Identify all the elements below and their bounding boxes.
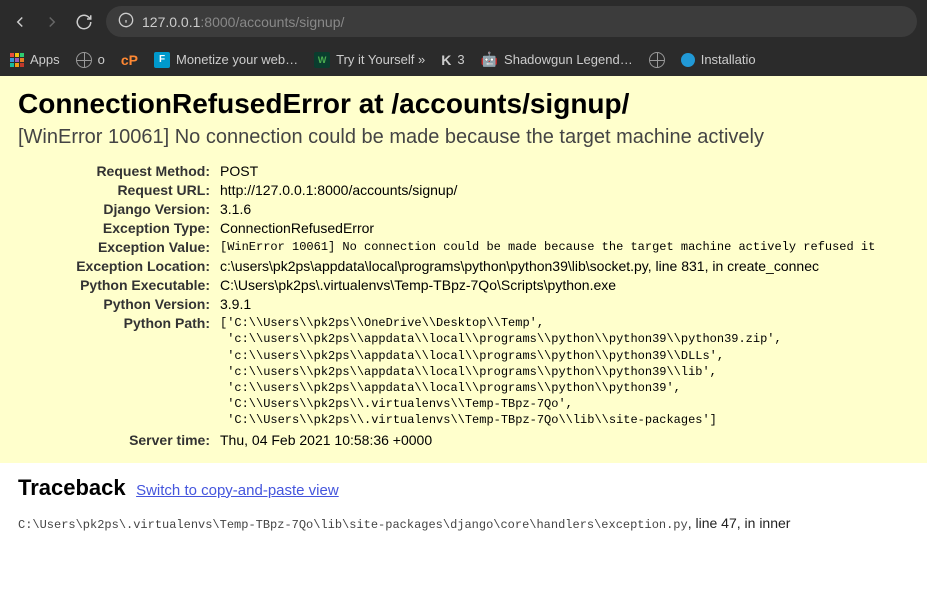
w3schools-icon: W (314, 52, 330, 68)
error-title: ConnectionRefusedError at /accounts/sign… (18, 88, 909, 120)
row-django-version: Django Version: 3.1.6 (18, 201, 899, 217)
android-icon: 🤖 (481, 51, 498, 68)
row-python-path: Python Path: ['C:\\Users\\pk2ps\\OneDriv… (18, 315, 899, 428)
error-subtitle: [WinError 10061] No connection could be … (18, 126, 909, 149)
install-icon (681, 53, 695, 67)
row-exception-type: Exception Type: ConnectionRefusedError (18, 220, 899, 236)
row-request-url: Request URL: http://127.0.0.1:8000/accou… (18, 182, 899, 198)
bookmark-shadowgun[interactable]: 🤖 Shadowgun Legend… (481, 51, 633, 68)
apps-icon (10, 53, 24, 67)
url-text: 127.0.0.1:8000/accounts/signup/ (142, 14, 344, 30)
bookmark-globe-empty[interactable] (649, 52, 665, 68)
bookmark-three[interactable]: K 3 (441, 52, 464, 68)
row-python-version: Python Version: 3.9.1 (18, 296, 899, 312)
cp-icon: cP (121, 52, 138, 68)
k-icon: K (441, 52, 451, 68)
globe-icon (649, 52, 665, 68)
error-info-table: Request Method: POST Request URL: http:/… (18, 163, 909, 448)
browser-toolbar: 127.0.0.1:8000/accounts/signup/ (0, 0, 927, 43)
globe-icon (76, 52, 92, 68)
traceback-switch-link[interactable]: Switch to copy-and-paste view (136, 482, 339, 499)
bookmark-tryit[interactable]: W Try it Yourself » (314, 52, 425, 68)
bookmarks-bar: Apps o cP F Monetize your web… W Try it … (0, 43, 927, 76)
bookmark-monetize[interactable]: F Monetize your web… (154, 52, 298, 68)
traceback-section: Traceback Switch to copy-and-paste view … (0, 463, 927, 544)
traceback-frame: C:\Users\pk2ps\.virtualenvs\Temp-TBpz-7Q… (18, 515, 909, 532)
traceback-header: Traceback (18, 475, 126, 500)
back-button[interactable] (10, 12, 30, 32)
browser-chrome: 127.0.0.1:8000/accounts/signup/ Apps o c… (0, 0, 927, 76)
django-error-page: ConnectionRefusedError at /accounts/sign… (0, 76, 927, 463)
row-python-executable: Python Executable: C:\Users\pk2ps\.virtu… (18, 277, 899, 293)
bookmark-apps[interactable]: Apps (10, 52, 60, 67)
flipboard-icon: F (154, 52, 170, 68)
row-request-method: Request Method: POST (18, 163, 899, 179)
row-exception-value: Exception Value: [WinError 10061] No con… (18, 239, 899, 255)
row-exception-location: Exception Location: c:\users\pk2ps\appda… (18, 258, 899, 274)
reload-button[interactable] (74, 12, 94, 32)
forward-button[interactable] (42, 12, 62, 32)
bookmark-cp[interactable]: cP (121, 52, 138, 68)
row-server-time: Server time: Thu, 04 Feb 2021 10:58:36 +… (18, 432, 899, 448)
site-info-icon[interactable] (118, 12, 134, 31)
address-bar[interactable]: 127.0.0.1:8000/accounts/signup/ (106, 6, 917, 37)
bookmark-installatio[interactable]: Installatio (681, 52, 756, 67)
bookmark-o[interactable]: o (76, 52, 105, 68)
